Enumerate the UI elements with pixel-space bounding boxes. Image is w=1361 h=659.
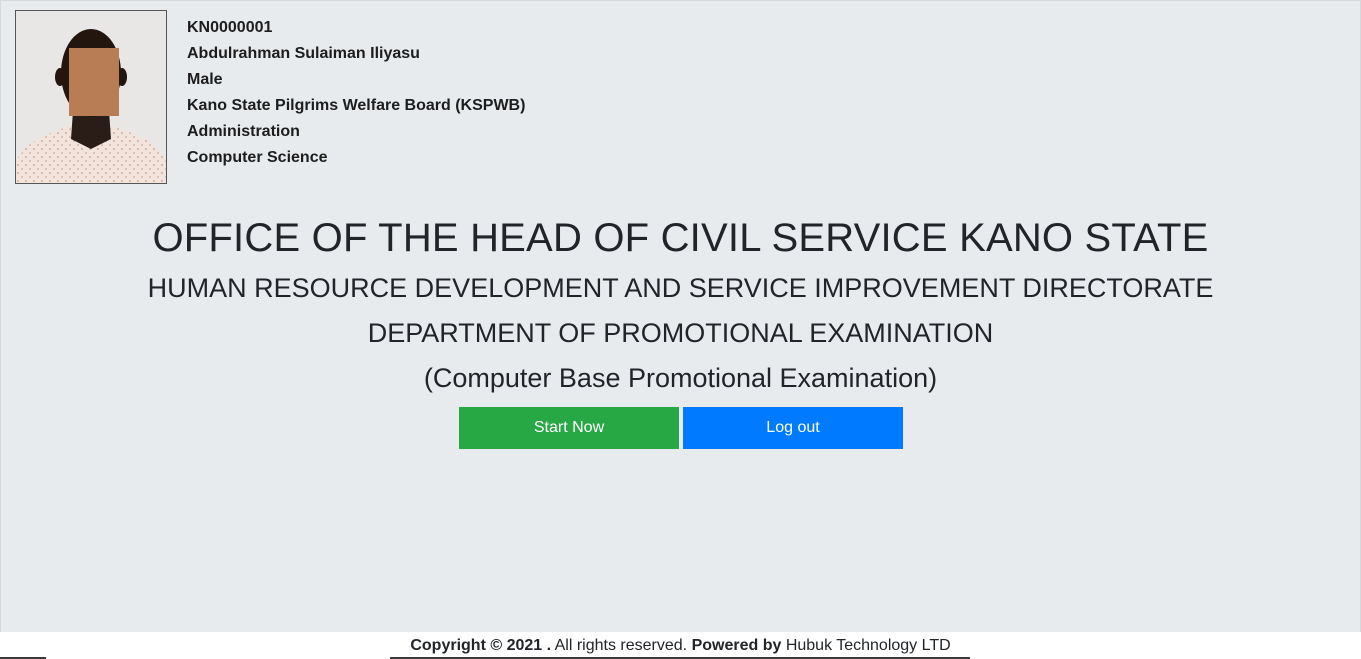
department-title: DEPARTMENT OF PROMOTIONAL EXAMINATION xyxy=(367,318,994,348)
candidate-gender: Male xyxy=(187,71,223,88)
exam-title: (Computer Base Promotional Examination) xyxy=(423,363,938,393)
footer-copyright: Copyright © 2021 . xyxy=(410,637,552,654)
directorate-title: HUMAN RESOURCE DEVELOPMENT AND SERVICE I… xyxy=(147,273,1214,303)
page-title: OFFICE OF THE HEAD OF CIVIL SERVICE KANO… xyxy=(152,216,1209,260)
candidate-id: KN0000001 xyxy=(187,19,273,36)
footer: Copyright © 2021 . All rights reserved. … xyxy=(0,632,1361,659)
start-now-button[interactable]: Start Now xyxy=(459,407,679,449)
footer-powered-by: Powered by xyxy=(691,637,782,654)
footer-company: Hubuk Technology LTD xyxy=(781,637,951,654)
footer-rights: All rights reserved. xyxy=(551,637,692,654)
action-buttons: Start Now Log out xyxy=(459,407,903,449)
candidate-field: Computer Science xyxy=(187,149,328,166)
profile-photo xyxy=(15,10,167,184)
candidate-name: Abdulrahman Sulaiman Iliyasu xyxy=(187,45,420,62)
profile-info: KN0000001 Abdulrahman Sulaiman Iliyasu M… xyxy=(187,15,525,171)
profile-photo-icon xyxy=(16,11,166,183)
candidate-organization: Kano State Pilgrims Welfare Board (KSPWB… xyxy=(187,97,526,114)
page-headings: OFFICE OF THE HEAD OF CIVIL SERVICE KANO… xyxy=(0,210,1361,401)
candidate-department: Administration xyxy=(187,123,300,140)
logout-button[interactable]: Log out xyxy=(683,407,903,449)
